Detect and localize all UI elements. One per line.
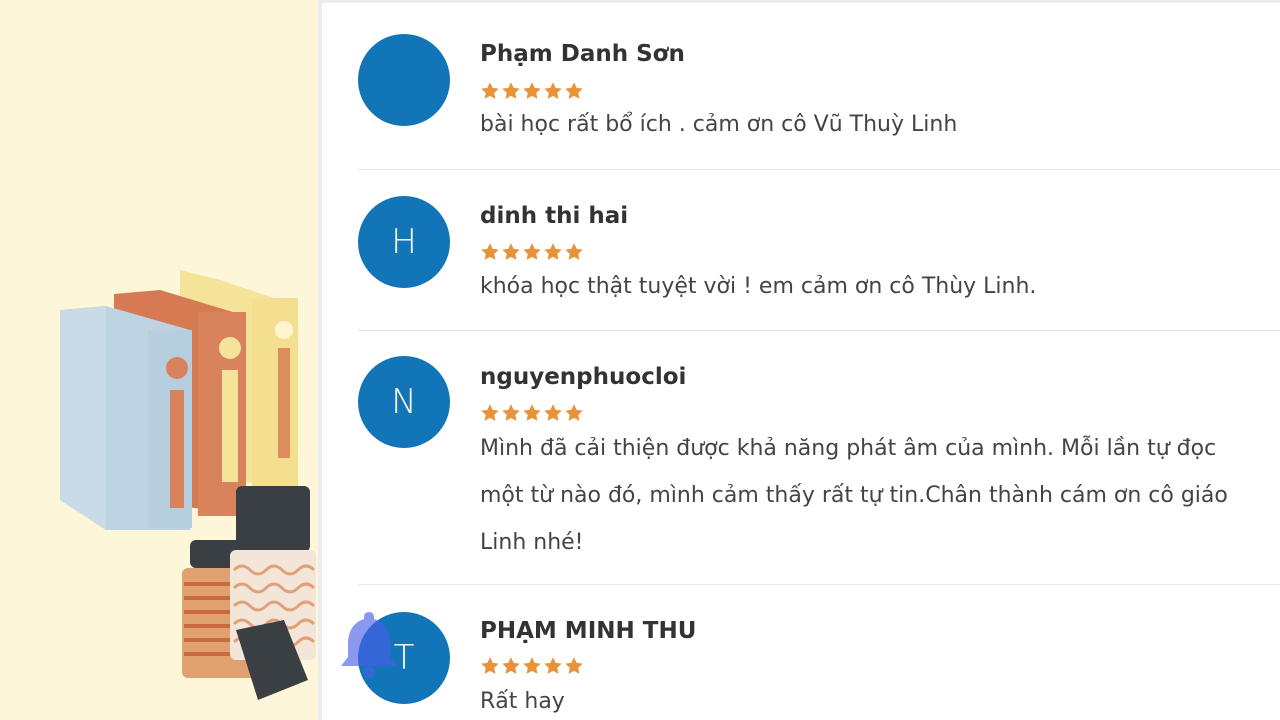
books-illustration: [60, 270, 316, 700]
star-icon: [544, 404, 562, 421]
star-rating: [480, 242, 584, 262]
reviewer-name: PHẠM MINH THU: [480, 618, 697, 644]
review-item: N nguyenphuocloi Mình đã cải thiện được …: [358, 330, 1280, 585]
star-icon: [502, 82, 520, 99]
star-icon: [481, 243, 499, 260]
star-icon: [502, 657, 520, 674]
star-icon: [502, 404, 520, 421]
star-rating: [480, 656, 584, 676]
star-icon: [565, 82, 583, 99]
star-icon: [544, 82, 562, 99]
star-icon: [565, 657, 583, 674]
star-icon: [481, 657, 499, 674]
reviewer-name: nguyenphuocloi: [480, 364, 687, 390]
bell-icon[interactable]: [334, 606, 404, 680]
review-item: H dinh thi hai khóa học thật tuyệt vời !…: [358, 169, 1280, 331]
page: Phạm Danh Sơn bài học rất bổ ích . cảm ơ…: [0, 0, 1280, 720]
star-icon: [544, 243, 562, 260]
star-icon: [523, 404, 541, 421]
star-icon: [544, 657, 562, 674]
review-text: bài học rất bổ ích . cảm ơn cô Vũ Thuỳ L…: [480, 112, 958, 137]
star-icon: [523, 657, 541, 674]
review-item: Phạm Danh Sơn bài học rất bổ ích . cảm ơ…: [358, 3, 1280, 170]
reviewer-name: dinh thi hai: [480, 203, 629, 229]
star-icon: [481, 82, 499, 99]
reviewer-name: Phạm Danh Sơn: [480, 41, 685, 67]
star-icon: [523, 82, 541, 99]
star-icon: [565, 404, 583, 421]
star-icon: [523, 243, 541, 260]
star-icon: [502, 243, 520, 260]
review-text: Rất hay: [480, 689, 565, 714]
avatar: [358, 34, 450, 126]
star-rating: [480, 81, 584, 101]
avatar: N: [358, 356, 450, 448]
avatar: H: [358, 196, 450, 288]
star-icon: [481, 404, 499, 421]
review-text: Mình đã cải thiện được khả năng phát âm …: [480, 436, 1228, 555]
star-icon: [565, 243, 583, 260]
review-text: khóa học thật tuyệt vời ! em cảm ơn cô T…: [480, 274, 1037, 299]
review-item: T PHẠM MINH THU Rất hay: [358, 584, 1280, 720]
star-rating: [480, 403, 584, 423]
reviews-panel: Phạm Danh Sơn bài học rất bổ ích . cảm ơ…: [318, 0, 1280, 720]
